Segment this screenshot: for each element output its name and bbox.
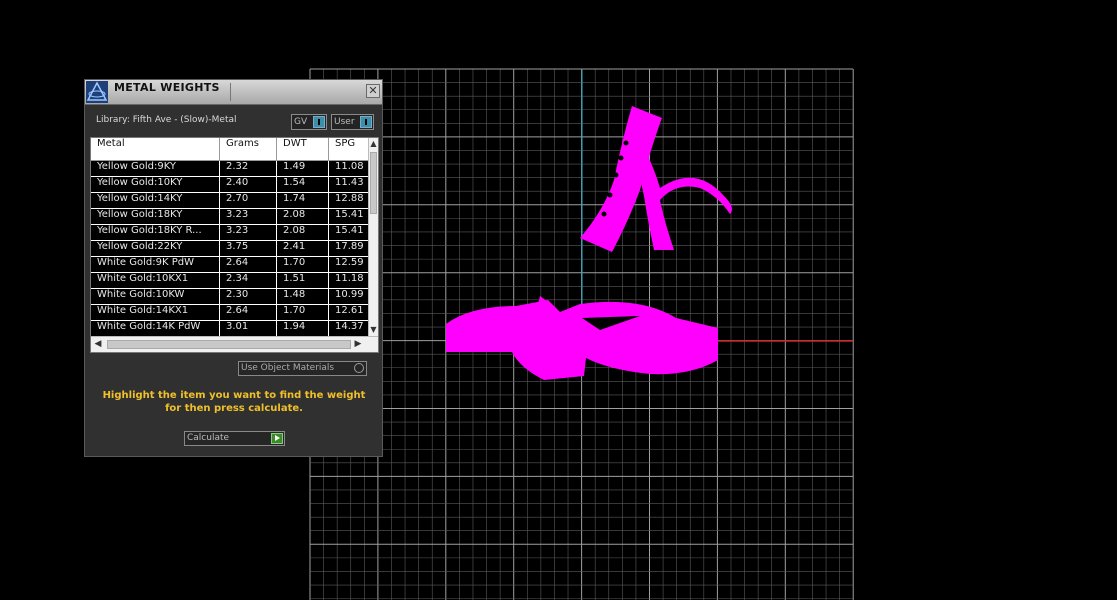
cell-grams: 2.30: [220, 289, 277, 304]
cell-grams: 3.75: [220, 241, 277, 256]
play-arrow-icon[interactable]: [271, 433, 283, 444]
calculate-button[interactable]: Calculate: [184, 431, 285, 446]
radio-circle-icon: [354, 363, 364, 373]
instruction-text: Highlight the item you want to find the …: [99, 389, 369, 415]
titlebar-divider: [230, 83, 231, 101]
table-row[interactable]: Yellow Gold:18KY 3.23 2.08 15.41: [91, 209, 368, 225]
use-object-materials-label: Use Object Materials: [241, 363, 335, 373]
table-row[interactable]: Yellow Gold:9KY 2.32 1.49 11.08: [91, 161, 368, 177]
cell-dwt: 2.41: [277, 241, 329, 256]
cell-dwt: 1.94: [277, 321, 329, 336]
panel-titlebar[interactable]: METAL WEIGHTS ✕: [85, 80, 382, 105]
cell-metal: White Gold:14KX1: [91, 305, 220, 320]
scroll-left-arrow-icon[interactable]: ◀: [91, 337, 105, 352]
close-button[interactable]: ✕: [366, 84, 380, 98]
cell-dwt: 1.51: [277, 273, 329, 288]
cell-dwt: 1.70: [277, 257, 329, 272]
cell-metal: Yellow Gold:10KY: [91, 177, 220, 192]
table-row[interactable]: Yellow Gold:22KY 3.75 2.41 17.89: [91, 241, 368, 257]
cell-metal: White Gold:9K PdW: [91, 257, 220, 272]
cell-grams: 2.32: [220, 161, 277, 176]
vertical-scroll-thumb[interactable]: [370, 152, 377, 214]
cell-dwt: 2.08: [277, 225, 329, 240]
gv-toggle[interactable]: GV: [291, 114, 327, 130]
metal-weights-panel: METAL WEIGHTS ✕ Library: Fifth Ave - (Sl…: [84, 79, 383, 457]
cell-grams: 2.64: [220, 305, 277, 320]
ring-model: [446, 106, 732, 380]
instruction-line-2: for then press calculate.: [165, 403, 303, 414]
cell-grams: 3.23: [220, 209, 277, 224]
calculate-button-label: Calculate: [187, 433, 230, 443]
cell-grams: 2.70: [220, 193, 277, 208]
cell-dwt: 1.70: [277, 305, 329, 320]
cell-grams: 2.64: [220, 257, 277, 272]
column-header-metal[interactable]: Metal: [91, 138, 220, 160]
cell-grams: 3.01: [220, 321, 277, 336]
table-row[interactable]: White Gold:10KX1 2.34 1.51 11.18: [91, 273, 368, 289]
table-row[interactable]: Yellow Gold:18KY R... 3.23 2.08 15.41: [91, 225, 368, 241]
matrix-logo-icon: [86, 81, 108, 103]
cell-grams: 2.40: [220, 177, 277, 192]
table-row[interactable]: White Gold:14KX1 2.64 1.70 12.61: [91, 305, 368, 321]
scroll-right-arrow-icon[interactable]: ▶: [351, 337, 365, 352]
user-toggle[interactable]: User: [331, 114, 374, 130]
gv-toggle-label: GV: [294, 117, 308, 127]
use-object-materials-checkbox[interactable]: Use Object Materials: [238, 361, 367, 376]
scroll-down-arrow-icon[interactable]: ▼: [369, 324, 378, 336]
table-header: Metal Grams DWT SPG: [91, 138, 368, 161]
cell-grams: 2.34: [220, 273, 277, 288]
table-row[interactable]: Yellow Gold:14KY 2.70 1.74 12.88: [91, 193, 368, 209]
cell-dwt: 2.08: [277, 209, 329, 224]
horizontal-scrollbar[interactable]: ◀ ▶: [91, 336, 378, 352]
cell-metal: Yellow Gold:14KY: [91, 193, 220, 208]
cell-metal: Yellow Gold:18KY R...: [91, 225, 220, 240]
vertical-scrollbar[interactable]: ▲ ▼: [368, 138, 378, 336]
cell-metal: White Gold:10KX1: [91, 273, 220, 288]
cell-dwt: 1.49: [277, 161, 329, 176]
cell-grams: 3.23: [220, 225, 277, 240]
horizontal-scroll-thumb[interactable]: [107, 340, 351, 349]
metal-table[interactable]: Metal Grams DWT SPG Yellow Gold:9KY 2.32 1…: [90, 137, 379, 353]
cell-metal: White Gold:14K PdW: [91, 321, 220, 336]
table-row[interactable]: White Gold:14K PdW 3.01 1.94 14.37: [91, 321, 368, 337]
cell-dwt: 1.54: [277, 177, 329, 192]
instruction-line-1: Highlight the item you want to find the …: [102, 390, 366, 401]
table-row[interactable]: Yellow Gold:10KY 2.40 1.54 11.43: [91, 177, 368, 193]
cell-metal: Yellow Gold:9KY: [91, 161, 220, 176]
user-toggle-label: User: [334, 117, 355, 127]
library-label: Library: Fifth Ave - (Slow)-Metal: [96, 115, 237, 125]
cell-dwt: 1.74: [277, 193, 329, 208]
column-header-grams[interactable]: Grams: [220, 138, 277, 160]
cell-metal: Yellow Gold:22KY: [91, 241, 220, 256]
table-row[interactable]: White Gold:9K PdW 2.64 1.70 12.59: [91, 257, 368, 273]
toggle-switch-icon: [313, 116, 325, 128]
table-row[interactable]: White Gold:10KW 2.30 1.48 10.99: [91, 289, 368, 305]
cell-dwt: 1.48: [277, 289, 329, 304]
cell-metal: Yellow Gold:18KY: [91, 209, 220, 224]
column-header-dwt[interactable]: DWT: [277, 138, 329, 160]
cell-metal: White Gold:10KW: [91, 289, 220, 304]
panel-title: METAL WEIGHTS: [114, 81, 220, 94]
close-icon: ✕: [368, 84, 378, 97]
toggle-switch-icon: [360, 116, 372, 128]
scroll-up-arrow-icon[interactable]: ▲: [369, 138, 378, 150]
